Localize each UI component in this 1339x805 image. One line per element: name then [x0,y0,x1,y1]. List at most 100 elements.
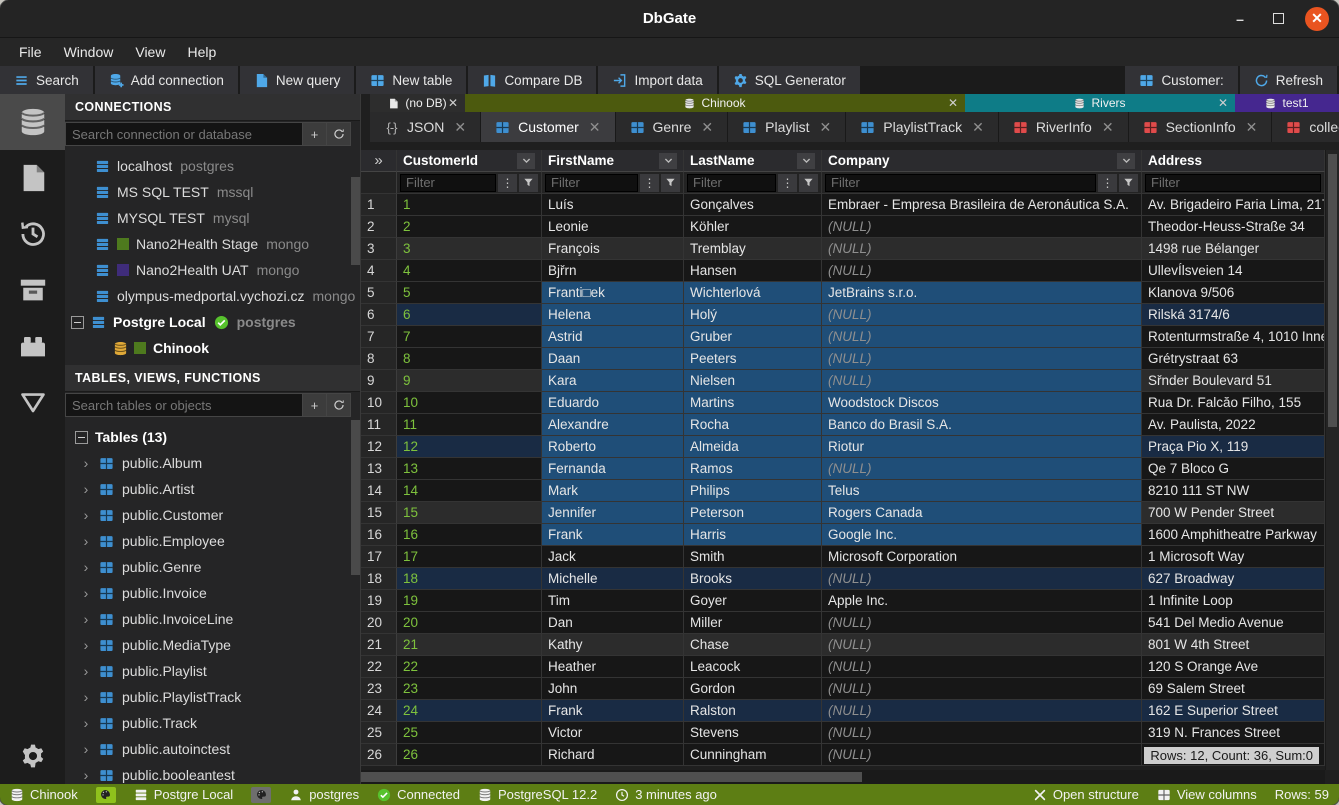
row-number-cell[interactable]: 3 [361,238,397,260]
cell-firstname[interactable]: John [542,678,684,700]
cell-firstname[interactable]: Luís [542,194,684,216]
cell-company[interactable]: (NULL) [822,744,1142,766]
cell-firstname[interactable]: Richard [542,744,684,766]
table-row[interactable]: 2222HeatherLeacock(NULL)120 S Orange Ave [361,656,1325,678]
cell-customerid[interactable]: 8 [397,348,542,370]
cell-address[interactable]: Theodor-Heuss-Straße 34 [1142,216,1325,238]
table-item[interactable]: ›public.Album [65,450,360,476]
column-header-company[interactable]: Company [822,150,1142,172]
minimize-button[interactable]: – [1229,8,1251,30]
close-icon[interactable]: ✕ [820,119,832,136]
cell-address[interactable]: 69 Salem Street [1142,678,1325,700]
column-header-last[interactable]: LastName [684,150,822,172]
cell-address[interactable]: 319 N. Frances Street [1142,722,1325,744]
cell-lastname[interactable]: Gruber [684,326,822,348]
grid-horizontal-scrollbar-thumb[interactable] [361,772,862,782]
filter-input-last[interactable] [687,174,776,192]
refresh-tables-button[interactable] [327,393,351,417]
row-number-cell[interactable]: 21 [361,634,397,656]
cell-firstname[interactable]: Fernanda [542,458,684,480]
table-item[interactable]: ›public.autoinctest [65,736,360,762]
group-tab-chinook[interactable]: Chinook✕ [465,94,965,112]
row-number-cell[interactable]: 1 [361,194,397,216]
cell-address[interactable]: Klanova 9/506 [1142,282,1325,304]
cell-lastname[interactable]: Holý [684,304,822,326]
toolbar-button-new-query[interactable]: New query [240,66,355,94]
table-row[interactable]: 2323JohnGordon(NULL)69 Salem Street [361,678,1325,700]
cell-firstname[interactable]: Astrid [542,326,684,348]
filter-input-first[interactable] [545,174,638,192]
chevron-right-icon[interactable]: › [79,533,93,549]
close-icon[interactable]: ✕ [1102,119,1114,136]
table-row[interactable]: 1919TimGoyerApple Inc.1 Infinite Loop [361,590,1325,612]
filter-menu-button[interactable]: ⋮ [498,174,517,192]
cell-customerid[interactable]: 7 [397,326,542,348]
row-number-cell[interactable]: 14 [361,480,397,502]
cell-company[interactable]: (NULL) [822,568,1142,590]
collapse-icon[interactable] [75,431,88,444]
cell-company[interactable]: (NULL) [822,700,1142,722]
row-number-cell[interactable]: 7 [361,326,397,348]
close-icon[interactable]: ✕ [972,119,984,136]
status-postgresql-12-2[interactable]: PostgreSQL 12.2 [478,787,597,802]
close-icon[interactable]: ✕ [1218,96,1228,110]
table-item[interactable]: ›public.MediaType [65,632,360,658]
cell-company[interactable]: (NULL) [822,326,1142,348]
cell-customerid[interactable]: 18 [397,568,542,590]
group-tab-rivers[interactable]: Rivers✕ [965,94,1235,112]
cell-firstname[interactable]: Heather [542,656,684,678]
cell-address[interactable]: Av. Paulista, 2022 [1142,414,1325,436]
cell-lastname[interactable]: Smith [684,546,822,568]
cell-company[interactable]: Microsoft Corporation [822,546,1142,568]
connection-color-swatch[interactable] [96,787,116,803]
cell-company[interactable]: Banco do Brasil S.A. [822,414,1142,436]
cell-lastname[interactable]: Martins [684,392,822,414]
toolbar-button-compare-db[interactable]: Compare DB [468,66,596,94]
cell-firstname[interactable]: Dan [542,612,684,634]
row-number-cell[interactable]: 8 [361,348,397,370]
grid-vertical-scrollbar[interactable] [1325,150,1339,770]
tab-customer[interactable]: Customer✕ [481,112,615,142]
row-number-cell[interactable]: 9 [361,370,397,392]
rail-item-single-connection[interactable] [0,374,65,430]
row-number-cell[interactable]: 18 [361,568,397,590]
cell-lastname[interactable]: Philips [684,480,822,502]
row-number-cell[interactable]: 26 [361,744,397,766]
cell-firstname[interactable]: Leonie [542,216,684,238]
table-row[interactable]: 77AstridGruber(NULL)Rotenturmstraße 4, 1… [361,326,1325,348]
sidebar-scrollbar-thumb-top[interactable] [351,177,360,265]
column-header-first[interactable]: FirstName [542,150,684,172]
row-number-cell[interactable]: 19 [361,590,397,612]
chevron-right-icon[interactable]: › [79,585,93,601]
chevron-right-icon[interactable]: › [79,715,93,731]
column-header-address[interactable]: Address [1142,150,1325,172]
status-view-columns[interactable]: View columns [1157,787,1257,802]
cell-firstname[interactable]: Kathy [542,634,684,656]
table-row[interactable]: 1111AlexandreRochaBanco do Brasil S.A.Av… [361,414,1325,436]
cell-company[interactable]: (NULL) [822,216,1142,238]
row-number-cell[interactable]: 16 [361,524,397,546]
connections-search-input[interactable] [65,122,303,146]
status-postgres[interactable]: postgres [289,787,359,802]
sidebar-scrollbar-thumb-bottom[interactable] [351,420,360,575]
tab-genre[interactable]: Genre✕ [616,112,729,142]
cell-company[interactable]: (NULL) [822,722,1142,744]
cell-lastname[interactable]: Ralston [684,700,822,722]
row-number-cell[interactable]: 23 [361,678,397,700]
cell-address[interactable]: 541 Del Medio Avenue [1142,612,1325,634]
chevron-right-icon[interactable]: › [79,507,93,523]
tab-sectioninfo[interactable]: SectionInfo✕ [1129,112,1273,142]
row-number-cell[interactable]: 12 [361,436,397,458]
toolbar-button-add-connection[interactable]: Add connection [95,66,238,94]
chevron-right-icon[interactable]: › [79,611,93,627]
cell-customerid[interactable]: 6 [397,304,542,326]
cell-address[interactable]: 1 Infinite Loop [1142,590,1325,612]
cell-address[interactable]: Av. Brigadeiro Faria Lima, 2170 [1142,194,1325,216]
connection-item[interactable]: Postgre Localpostgres [65,309,360,335]
tab-riverinfo[interactable]: RiverInfo✕ [999,112,1129,142]
cell-lastname[interactable]: Tremblay [684,238,822,260]
filter-input-id[interactable] [400,174,496,192]
tables-group-row[interactable]: Tables (13) [65,424,360,450]
filter-funnel-button[interactable] [661,174,680,192]
table-row[interactable]: 33FrançoisTremblay(NULL)1498 rue Bélange… [361,238,1325,260]
